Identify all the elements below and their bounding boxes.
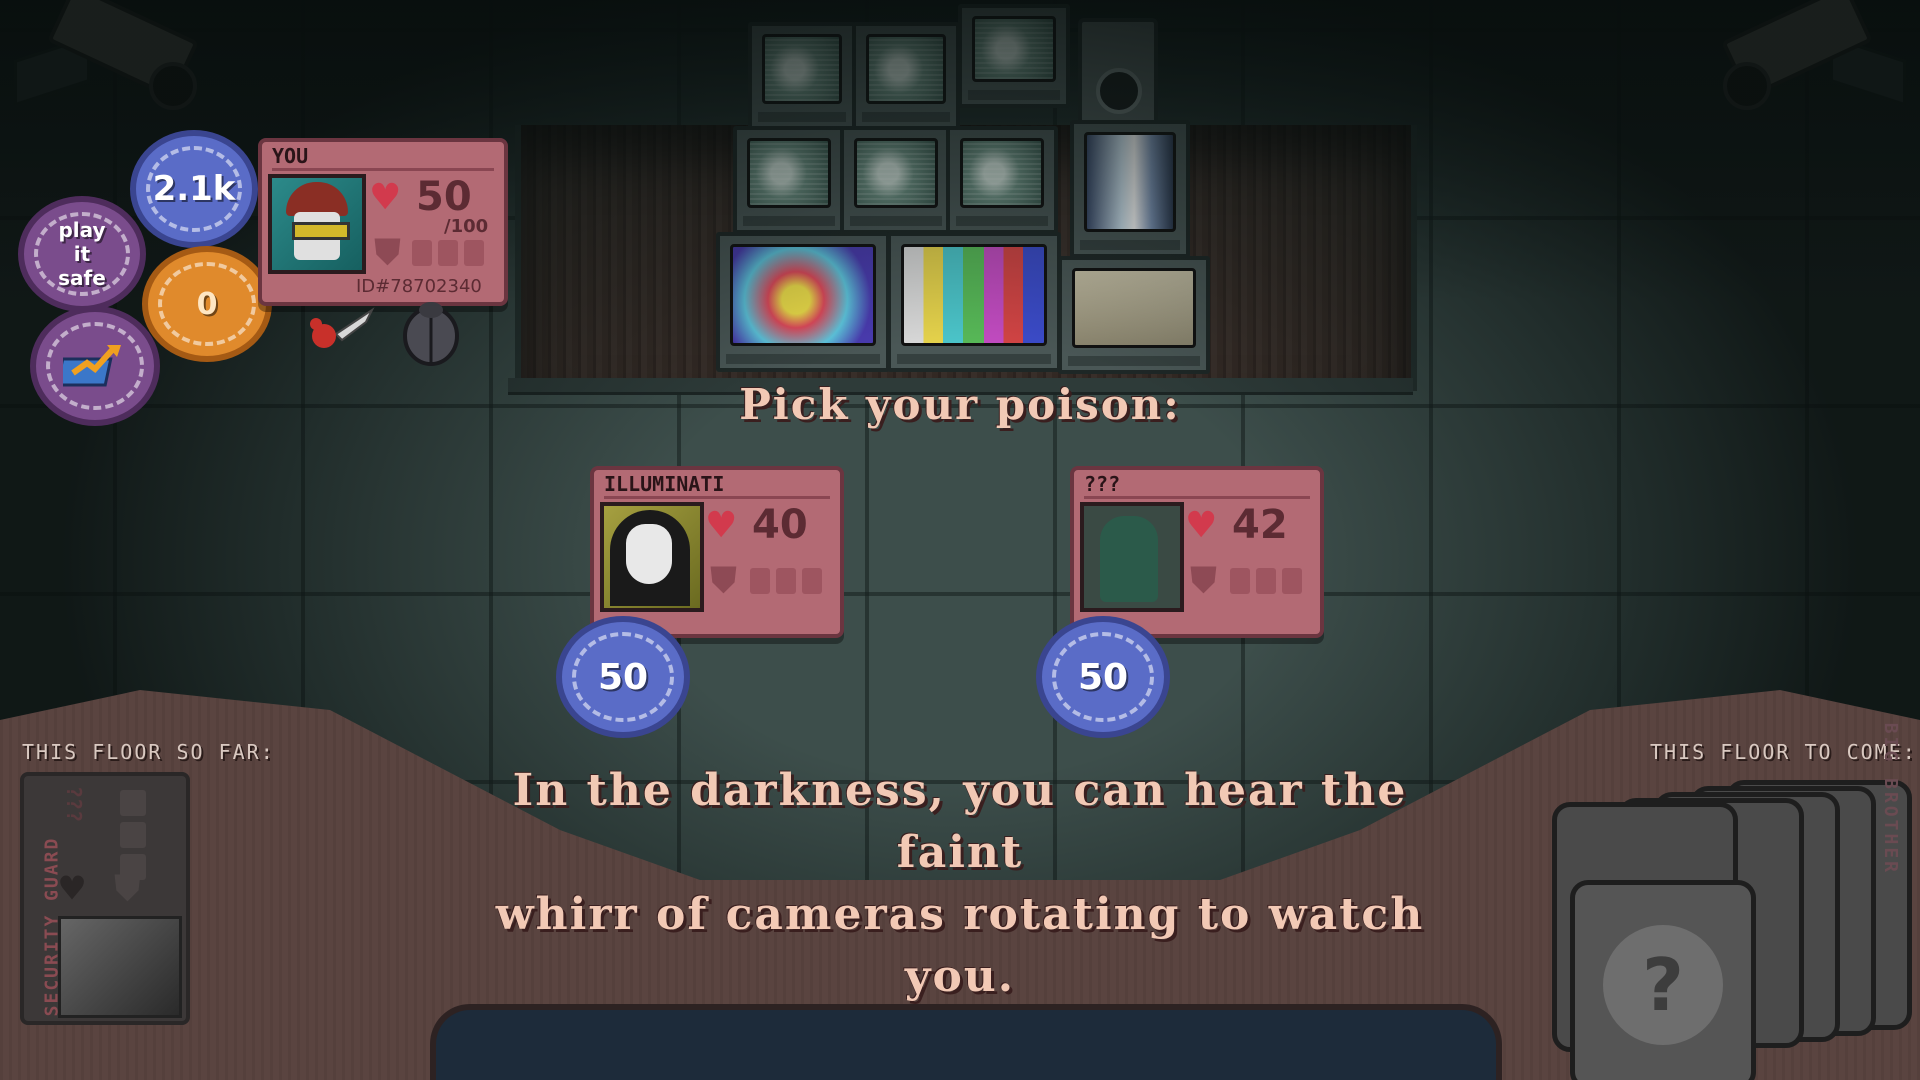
opponent-portrait	[600, 502, 704, 612]
opponent-name: ???	[1084, 472, 1121, 496]
monitor-color-bars	[887, 232, 1061, 372]
player-hp-max: /100	[444, 216, 489, 237]
player-name: YOU	[272, 144, 309, 168]
bet-value: 50	[597, 656, 649, 698]
bet-chip[interactable]: 50	[556, 616, 690, 738]
player-slots	[412, 240, 484, 266]
upcoming-label: THIS FLOOR TO COME:	[1650, 740, 1917, 764]
beetle-icon[interactable]	[396, 298, 466, 372]
money-chip[interactable]: 2.1k	[130, 130, 258, 248]
wall-cctv-camera-icon	[1078, 18, 1158, 126]
player-portrait	[268, 174, 366, 274]
monitor-static-3	[958, 4, 1070, 108]
shield-icon: ⛊	[114, 868, 142, 909]
heart-icon: ♥	[372, 172, 399, 223]
narration-line-1: In the darkness, you can hear the faint	[512, 765, 1408, 878]
monitor-static-5	[840, 126, 952, 234]
opponent-portrait	[1080, 502, 1184, 612]
heart-icon: ♥	[708, 500, 735, 551]
heart-icon: ♥	[1188, 500, 1215, 551]
strategy-chip-label: play it safe	[58, 218, 106, 290]
monitor-psychedelic	[716, 232, 890, 372]
shield-icon: ⛊	[374, 232, 402, 273]
history-label: THIS FLOOR SO FAR:	[22, 740, 275, 764]
monitor-static-1	[748, 22, 856, 130]
choice-prompt: Pick your poison:	[739, 380, 1181, 429]
game-scene: 2.1k play it safe 0 YOU ♥ 50 /100 ⛊ ID#7…	[0, 0, 1920, 1080]
opponent-card-unknown[interactable]: ??? ♥ 42 ⛊	[1070, 466, 1324, 638]
narration-line-2: whirr of cameras rotating to watch you.	[495, 889, 1425, 1002]
security-camera-right-icon	[1721, 0, 1906, 120]
counter-chip[interactable]: 0	[142, 246, 272, 362]
opponent-hp: 40	[752, 502, 808, 548]
player-id: ID#78702340	[356, 276, 482, 297]
monitor-static-2	[852, 22, 960, 130]
question-mark-icon: ?	[1603, 925, 1723, 1045]
monitor-figure	[1058, 256, 1210, 374]
narration-text: In the darkness, you can hear the faint …	[460, 760, 1460, 1008]
counter-chip-value: 0	[196, 286, 218, 322]
opponent-slots	[1230, 568, 1302, 594]
shield-icon: ⛊	[1190, 560, 1218, 601]
mystery-card[interactable]: ?	[1570, 880, 1756, 1080]
opponent-name: ILLUMINATI	[604, 472, 725, 496]
strategy-chip[interactable]: play it safe	[18, 196, 146, 312]
bet-chip[interactable]: 50	[1036, 616, 1170, 738]
bet-value: 50	[1077, 656, 1129, 698]
monitor-tall	[1070, 120, 1190, 258]
knife-icon[interactable]	[306, 304, 376, 358]
money-chip-value: 2.1k	[152, 169, 236, 209]
heart-icon: ♥	[60, 866, 85, 912]
opponent-hp: 42	[1232, 502, 1288, 548]
monitor-static-6	[946, 126, 1058, 234]
opponent-card-illuminati[interactable]: ILLUMINATI ♥ 40 ⛊	[590, 466, 844, 638]
upcoming-deck[interactable]: BIG BROTHER ?	[1550, 723, 1920, 1080]
monitor-static-4	[733, 126, 845, 234]
history-card-portrait	[58, 916, 182, 1018]
player-card[interactable]: YOU ♥ 50 /100 ⛊ ID#78702340	[258, 138, 508, 306]
shield-icon: ⛊	[710, 560, 738, 601]
boss-name: BIG BROTHER	[1880, 722, 1901, 875]
security-camera-left-icon	[14, 0, 199, 120]
table-opening	[430, 1004, 1502, 1080]
history-card-security-guard[interactable]: SECURITY GUARD ??? ♥ ⛊	[20, 772, 190, 1025]
history-card-hp: ???	[62, 786, 86, 823]
opponent-slots	[750, 568, 822, 594]
player-hp: 50	[416, 174, 472, 220]
